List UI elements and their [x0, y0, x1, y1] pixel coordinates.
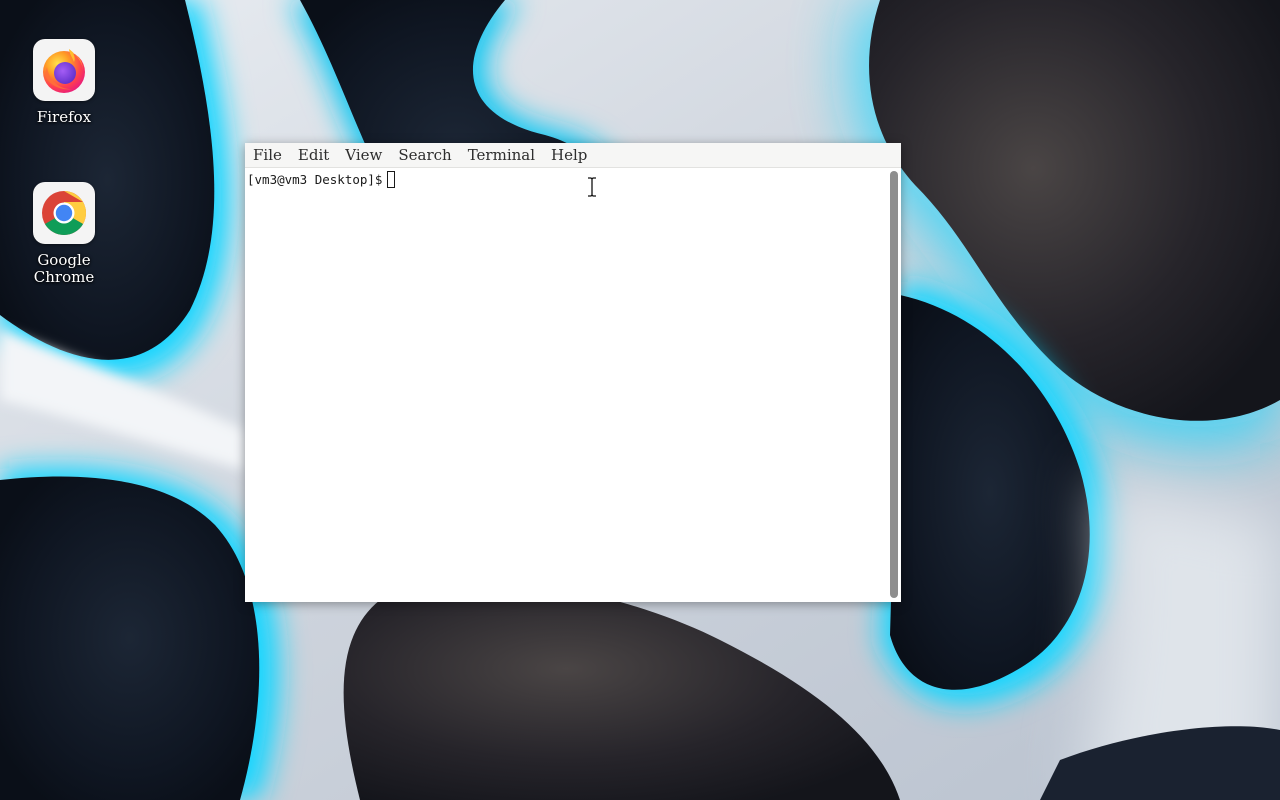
shell-prompt: [vm3@vm3 Desktop]$	[247, 172, 383, 187]
terminal-menubar: File Edit View Search Terminal Help	[245, 143, 901, 168]
desktop: Firefox Google Chrome File Edit View Sea…	[0, 0, 1280, 800]
menu-terminal[interactable]: Terminal	[468, 146, 535, 164]
menu-help[interactable]: Help	[551, 146, 587, 164]
scrollbar-thumb[interactable]	[890, 171, 898, 598]
menu-edit[interactable]: Edit	[298, 146, 329, 164]
desktop-icon-label-chrome: Google Chrome	[33, 251, 95, 286]
text-cursor	[387, 171, 396, 188]
desktop-icon-chrome[interactable]: Google Chrome	[14, 182, 114, 286]
menu-file[interactable]: File	[253, 146, 282, 164]
terminal-output-area[interactable]: [vm3@vm3 Desktop]$	[245, 168, 887, 602]
prompt-line: [vm3@vm3 Desktop]$	[247, 171, 396, 188]
firefox-icon	[33, 39, 95, 101]
chrome-icon	[33, 182, 95, 244]
menu-view[interactable]: View	[345, 146, 382, 164]
terminal-window[interactable]: File Edit View Search Terminal Help [vm3…	[245, 143, 901, 602]
desktop-icon-firefox[interactable]: Firefox	[14, 39, 114, 126]
desktop-icon-label-firefox: Firefox	[36, 108, 92, 126]
menu-search[interactable]: Search	[398, 146, 451, 164]
ibeam-cursor-icon	[588, 176, 596, 198]
terminal-scrollbar[interactable]	[887, 168, 901, 602]
